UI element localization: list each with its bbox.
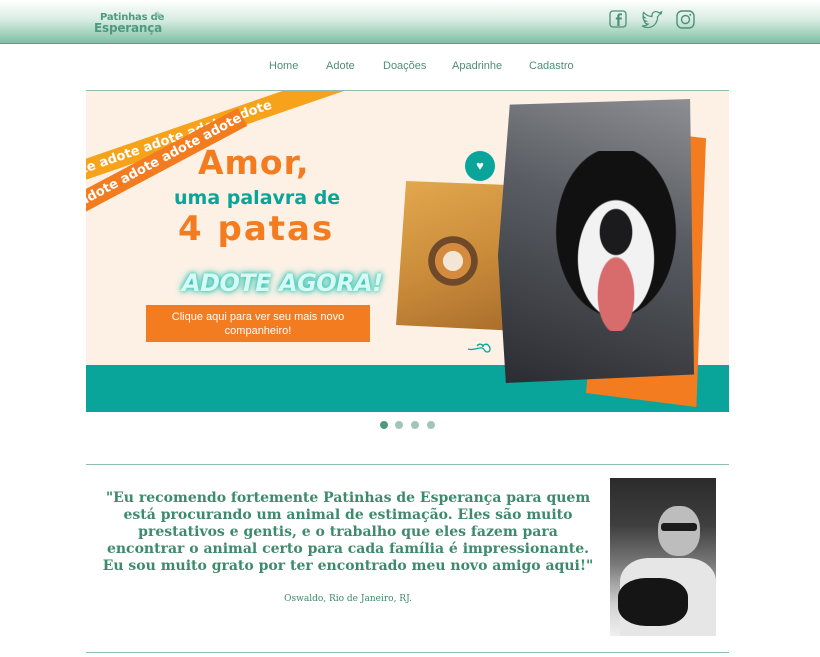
twitter-icon[interactable] bbox=[640, 10, 664, 30]
heart-doodle-icon bbox=[467, 343, 491, 353]
hero-banner[interactable]: adote adote adote adote adote adote adot… bbox=[86, 91, 729, 412]
banner-headline-palavra: uma palavra de bbox=[174, 187, 341, 209]
main-nav: Home Adote Doações Apadrinhe Cadastro bbox=[0, 60, 820, 76]
banner-headline-patas: 4 patas bbox=[178, 209, 335, 249]
facebook-icon[interactable] bbox=[608, 10, 630, 30]
photo-dog bbox=[618, 578, 688, 626]
nav-home[interactable]: Home bbox=[269, 60, 298, 72]
adote-agora-heading: ADOTE AGORA! bbox=[182, 269, 383, 297]
instagram-icon[interactable] bbox=[675, 10, 697, 30]
banner-headline-amor: Amor, bbox=[198, 143, 310, 182]
carousel-dot-3[interactable] bbox=[411, 421, 419, 429]
nav-doacoes[interactable]: Doações bbox=[383, 60, 426, 72]
testimonial-author: Oswaldo, Rio de Janeiro, RJ. bbox=[284, 594, 412, 604]
paw-icon: ❀ bbox=[154, 11, 162, 21]
carousel-dot-1[interactable] bbox=[380, 421, 388, 429]
testimonial-quote: "Eu recomendo fortemente Patinhas de Esp… bbox=[102, 490, 594, 574]
ver-companheiro-button[interactable]: Clique aqui para ver seu mais novo compa… bbox=[146, 305, 370, 342]
photo-sunglasses bbox=[661, 523, 697, 531]
divider-bottom bbox=[86, 652, 729, 653]
nav-cadastro[interactable]: Cadastro bbox=[529, 60, 574, 72]
carousel-dot-4[interactable] bbox=[427, 421, 435, 429]
top-header: Patinhas de Esperança ❀ bbox=[0, 0, 820, 44]
carousel-dot-2[interactable] bbox=[395, 421, 403, 429]
heart-bubble-icon: ♥ bbox=[465, 151, 495, 181]
divider-middle bbox=[86, 464, 729, 465]
nav-apadrinhe[interactable]: Apadrinhe bbox=[452, 60, 502, 72]
dog-image bbox=[546, 151, 686, 331]
logo-line2: Esperança bbox=[94, 21, 163, 35]
nav-adote[interactable]: Adote bbox=[326, 60, 355, 72]
site-logo[interactable]: Patinhas de Esperança ❀ bbox=[92, 10, 178, 40]
testimonial-photo bbox=[610, 478, 716, 636]
cat-image bbox=[426, 231, 486, 291]
photo-head bbox=[658, 506, 700, 556]
